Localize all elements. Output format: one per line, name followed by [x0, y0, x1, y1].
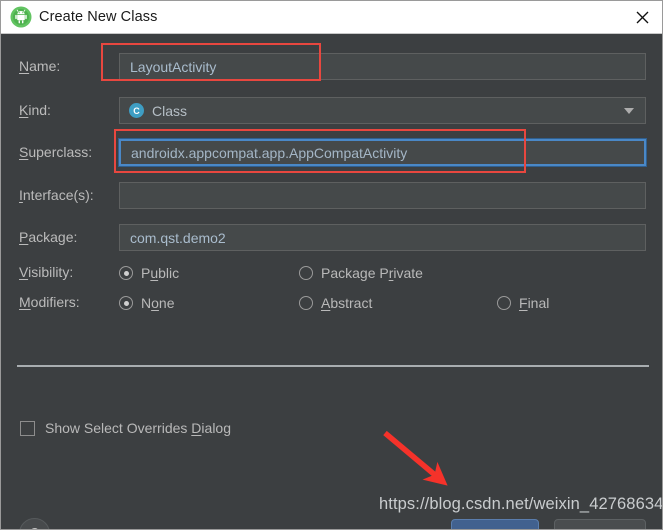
- superclass-input-value: androidx.appcompat.app.AppCompatActivity: [131, 144, 408, 161]
- interfaces-label-rest: nterface(s):: [22, 187, 94, 203]
- name-label-rest: ame:: [29, 58, 61, 74]
- radio-package-private-mark: [299, 266, 313, 280]
- radio-final-mark: [497, 296, 511, 310]
- ok-button[interactable]: OK: [451, 519, 539, 529]
- radio-final-label: Final: [519, 295, 550, 311]
- radio-visibility-package-private[interactable]: Package Private: [299, 265, 423, 281]
- title-bar: Create New Class: [1, 1, 662, 34]
- visibility-label: Visibility:: [19, 264, 73, 280]
- close-button[interactable]: [620, 1, 662, 33]
- superclass-label-mnemonic: S: [19, 144, 29, 160]
- radio-public-label: Public: [141, 265, 180, 281]
- class-badge-icon: C: [129, 103, 144, 118]
- name-label: Name:: [19, 58, 60, 74]
- modifiers-label-rest: odifiers:: [30, 294, 80, 310]
- android-studio-icon: [10, 6, 32, 28]
- radio-package-private-label: Package Private: [321, 265, 423, 281]
- row-interfaces: Interface(s):: [1, 182, 662, 210]
- row-visibility: Visibility: Public Package Private: [1, 262, 662, 284]
- cancel-button[interactable]: Cancel: [554, 519, 646, 529]
- modifiers-label-mnemonic: M: [19, 294, 31, 310]
- row-superclass: Superclass: androidx.appcompat.app.AppCo…: [1, 139, 662, 167]
- kind-dropdown[interactable]: C Class: [119, 97, 646, 124]
- radio-none-label: None: [141, 295, 175, 311]
- superclass-input[interactable]: androidx.appcompat.app.AppCompatActivity: [119, 139, 646, 166]
- modifiers-label: Modifiers:: [19, 294, 80, 310]
- kind-label-rest: ind:: [28, 102, 51, 118]
- name-input-value: LayoutActivity: [130, 58, 217, 75]
- radio-public-mark: [119, 266, 133, 280]
- superclass-label-rest: uperclass:: [28, 144, 93, 160]
- visibility-label-mnemonic: V: [19, 264, 29, 280]
- visibility-label-rest: isibility:: [28, 264, 74, 280]
- superclass-label: Superclass:: [19, 144, 92, 160]
- name-label-mnemonic: N: [19, 58, 30, 74]
- package-label-mnemonic: P: [19, 229, 29, 245]
- close-icon: [636, 11, 648, 23]
- create-new-class-dialog: Create New Class Name: LayoutActivity Ki…: [0, 0, 663, 530]
- section-divider: [17, 365, 649, 367]
- window-title: Create New Class: [39, 9, 158, 25]
- kind-label: Kind:: [19, 102, 51, 118]
- interfaces-input[interactable]: [119, 182, 646, 209]
- package-label-rest: ackage:: [28, 229, 78, 245]
- radio-abstract-mark: [299, 296, 313, 310]
- chevron-down-icon: [624, 107, 634, 114]
- help-button[interactable]: ?: [19, 518, 50, 529]
- row-name: Name: LayoutActivity: [1, 53, 662, 81]
- row-package: Package: com.qst.demo2: [1, 224, 662, 252]
- kind-label-mnemonic: K: [19, 102, 29, 118]
- question-mark-icon: ?: [30, 525, 38, 529]
- row-kind: Kind: C Class: [1, 97, 662, 125]
- kind-selected-value: Class: [152, 102, 188, 119]
- package-input-value: com.qst.demo2: [130, 229, 226, 246]
- radio-abstract-label: Abstract: [321, 295, 373, 311]
- row-modifiers: Modifiers: None Abstract Final: [1, 292, 662, 314]
- radio-modifier-none[interactable]: None: [119, 295, 175, 311]
- package-label: Package:: [19, 229, 77, 245]
- show-select-overrides-label: Show Select Overrides Dialog: [45, 420, 232, 436]
- radio-visibility-public[interactable]: Public: [119, 265, 179, 281]
- checkbox-mark-icon: [20, 420, 35, 436]
- interfaces-label: Interface(s):: [19, 187, 94, 203]
- radio-none-mark: [119, 296, 133, 310]
- package-input[interactable]: com.qst.demo2: [119, 224, 646, 251]
- radio-modifier-abstract[interactable]: Abstract: [299, 295, 372, 311]
- show-select-overrides-checkbox[interactable]: Show Select Overrides Dialog: [20, 420, 231, 436]
- radio-modifier-final[interactable]: Final: [497, 295, 549, 311]
- name-input[interactable]: LayoutActivity: [119, 53, 646, 80]
- dialog-body: Name: LayoutActivity Kind: C Class Super…: [1, 34, 662, 529]
